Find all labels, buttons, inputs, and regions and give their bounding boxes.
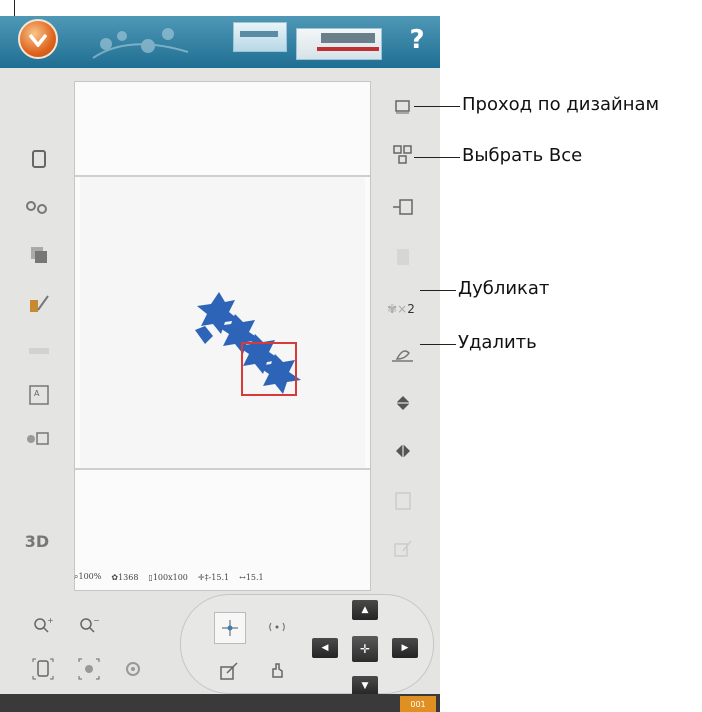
callout-delete: Удалить bbox=[458, 332, 537, 353]
embroidery-edit-screen: ? A 3D ⌕100% ✿1368 ▯100x100 ✛‡-15.1 ↔15.… bbox=[0, 16, 440, 712]
applique-icon[interactable] bbox=[22, 424, 52, 454]
unavailable-tool-icon bbox=[24, 336, 54, 366]
position-status: ✛‡-15.1 bbox=[197, 572, 230, 582]
embroidery-edit-thumb-icon[interactable] bbox=[233, 22, 287, 52]
menu-logo-icon bbox=[29, 33, 47, 47]
disabled-tool-icon bbox=[388, 242, 418, 272]
svg-text:+: + bbox=[47, 616, 53, 625]
top-bar: ? bbox=[0, 16, 440, 68]
pan-icon[interactable] bbox=[262, 656, 292, 686]
hoop-select-icon[interactable] bbox=[24, 144, 54, 174]
stitch-count-status: ✿1368 bbox=[111, 572, 139, 582]
add-design-right-button[interactable] bbox=[388, 192, 418, 222]
center-design-button[interactable]: ✛ bbox=[352, 636, 378, 662]
help-button[interactable]: ? bbox=[402, 22, 432, 58]
delete-button[interactable] bbox=[388, 340, 418, 370]
hoop-size-status: ▯100x100 bbox=[148, 572, 188, 582]
edit-disabled-icon bbox=[388, 534, 418, 564]
hoop-edge-top bbox=[75, 175, 370, 177]
mirror-horizontal-button[interactable] bbox=[388, 436, 418, 466]
duplicate-button[interactable]: ✾× 2 bbox=[386, 294, 416, 324]
zoom-to-design-icon[interactable] bbox=[118, 654, 148, 684]
duplicate-icon: ✾× bbox=[387, 302, 408, 316]
stitch-out-thumb-icon[interactable] bbox=[296, 28, 382, 60]
footer-badge: 001 bbox=[400, 696, 436, 712]
svg-text:A: A bbox=[34, 389, 40, 398]
position-x-status: ↔15.1 bbox=[239, 572, 264, 582]
hoop-edge-bottom bbox=[75, 468, 370, 470]
rotate-mode-button[interactable] bbox=[262, 612, 292, 642]
callout-line-duplicate bbox=[420, 290, 456, 291]
embroidery-canvas[interactable] bbox=[74, 81, 371, 591]
callout-line-delete bbox=[420, 344, 456, 345]
nudge-down-button[interactable]: ▼ bbox=[352, 676, 378, 696]
callout-line-browse bbox=[414, 106, 460, 107]
three-d-view-button[interactable]: 3D bbox=[22, 526, 52, 556]
nudge-up-button[interactable]: ▲ bbox=[352, 600, 378, 620]
zoom-status: ⌕100% bbox=[74, 572, 102, 581]
zoom-out-icon[interactable]: − bbox=[74, 610, 104, 640]
group-disabled-icon bbox=[388, 486, 418, 516]
move-mode-button[interactable] bbox=[214, 612, 246, 644]
browse-designs-button[interactable] bbox=[388, 92, 418, 122]
status-bar: ⌕100% ✿1368 ▯100x100 ✛‡-15.1 ↔15.1 bbox=[74, 568, 374, 586]
nudge-left-button[interactable]: ◀ bbox=[312, 638, 338, 658]
zoom-to-hoop-icon[interactable] bbox=[28, 654, 58, 684]
select-all-button[interactable] bbox=[388, 140, 418, 170]
design-add-icon[interactable] bbox=[22, 192, 52, 222]
callout-line-select-all bbox=[414, 157, 460, 158]
design-shaping-icon[interactable]: A bbox=[24, 380, 54, 410]
callout-duplicate: Дубликат bbox=[458, 278, 550, 299]
menu-logo-button[interactable] bbox=[18, 19, 58, 59]
footer-bar: 001 bbox=[0, 694, 440, 712]
callout-browse-designs: Проход по дизайнам bbox=[462, 94, 660, 115]
floral-decoration-icon bbox=[92, 28, 189, 59]
text-edit-icon[interactable] bbox=[24, 240, 54, 270]
mirror-vertical-button[interactable] bbox=[388, 388, 418, 418]
zoom-to-all-icon[interactable] bbox=[74, 654, 104, 684]
color-edit-icon[interactable] bbox=[24, 288, 54, 318]
svg-text:−: − bbox=[93, 616, 99, 625]
zoom-in-icon[interactable]: + bbox=[28, 610, 58, 640]
callout-select-all: Выбрать Все bbox=[462, 145, 583, 166]
nudge-right-button[interactable]: ▶ bbox=[392, 638, 418, 658]
duplicate-count: 2 bbox=[407, 302, 415, 316]
scale-mode-button[interactable] bbox=[214, 656, 244, 686]
selection-box bbox=[241, 342, 297, 396]
